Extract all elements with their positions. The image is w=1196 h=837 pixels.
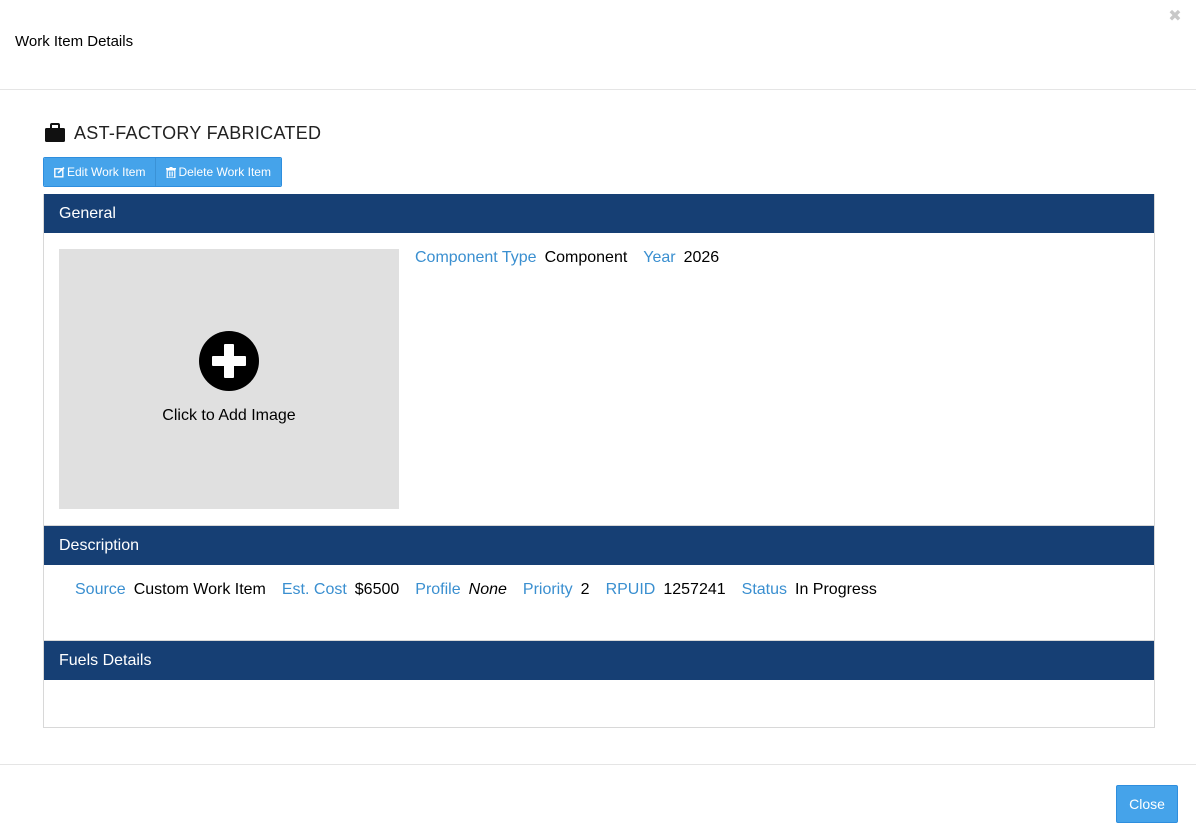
general-heading: General [44,194,1154,233]
delete-work-item-label: Delete Work Item [178,165,271,179]
edit-icon [54,166,65,177]
priority-label: Priority [522,581,573,598]
year-value: 2026 [683,249,720,266]
year-label: Year [643,249,676,266]
priority-value: 2 [580,581,590,598]
description-fields: Source Custom Work Item Est. Cost $6500 … [75,581,893,599]
edit-work-item-label: Edit Work Item [67,165,146,179]
fuels-details-heading: Fuels Details [44,641,1154,680]
add-image-label: Click to Add Image [162,407,296,424]
add-image-area[interactable]: Click to Add Image [59,249,399,509]
rpuid-label: RPUID [605,581,656,598]
general-panel: General Click to Add Image Component Typ… [43,194,1155,526]
edit-work-item-button[interactable]: Edit Work Item [44,158,157,186]
source-value: Custom Work Item [133,581,266,598]
profile-label: Profile [415,581,461,598]
close-button[interactable]: Close [1116,785,1178,823]
general-fields: Component Type Component Year 2026 [415,249,735,267]
status-value: In Progress [795,581,877,598]
source-label: Source [75,581,126,598]
briefcase-icon [45,123,65,142]
modal-title: Work Item Details [15,33,134,50]
est-cost-value: $6500 [354,581,400,598]
trash-icon [166,166,177,178]
plus-circle-icon [199,331,259,391]
delete-work-item-button[interactable]: Delete Work Item [156,158,281,186]
modal-footer: Close [0,764,1196,837]
description-panel: Description Source Custom Work Item Est.… [43,526,1155,641]
status-label: Status [741,581,788,598]
times-icon[interactable]: ✖ [1168,8,1182,26]
component-type-label: Component Type [415,249,537,266]
profile-value: None [468,581,507,598]
description-heading: Description [44,526,1154,565]
work-item-toolbar: Edit Work Item Delete Work Item [43,157,282,187]
item-header: AST-FACTORY FABRICATED [44,118,321,148]
rpuid-value: 1257241 [663,581,726,598]
fuels-details-panel: Fuels Details [43,641,1155,728]
item-title: AST-FACTORY FABRICATED [74,122,322,143]
est-cost-label: Est. Cost [281,581,347,598]
component-type-value: Component [544,249,628,266]
modal-header: Work Item Details ✖ [0,0,1196,90]
